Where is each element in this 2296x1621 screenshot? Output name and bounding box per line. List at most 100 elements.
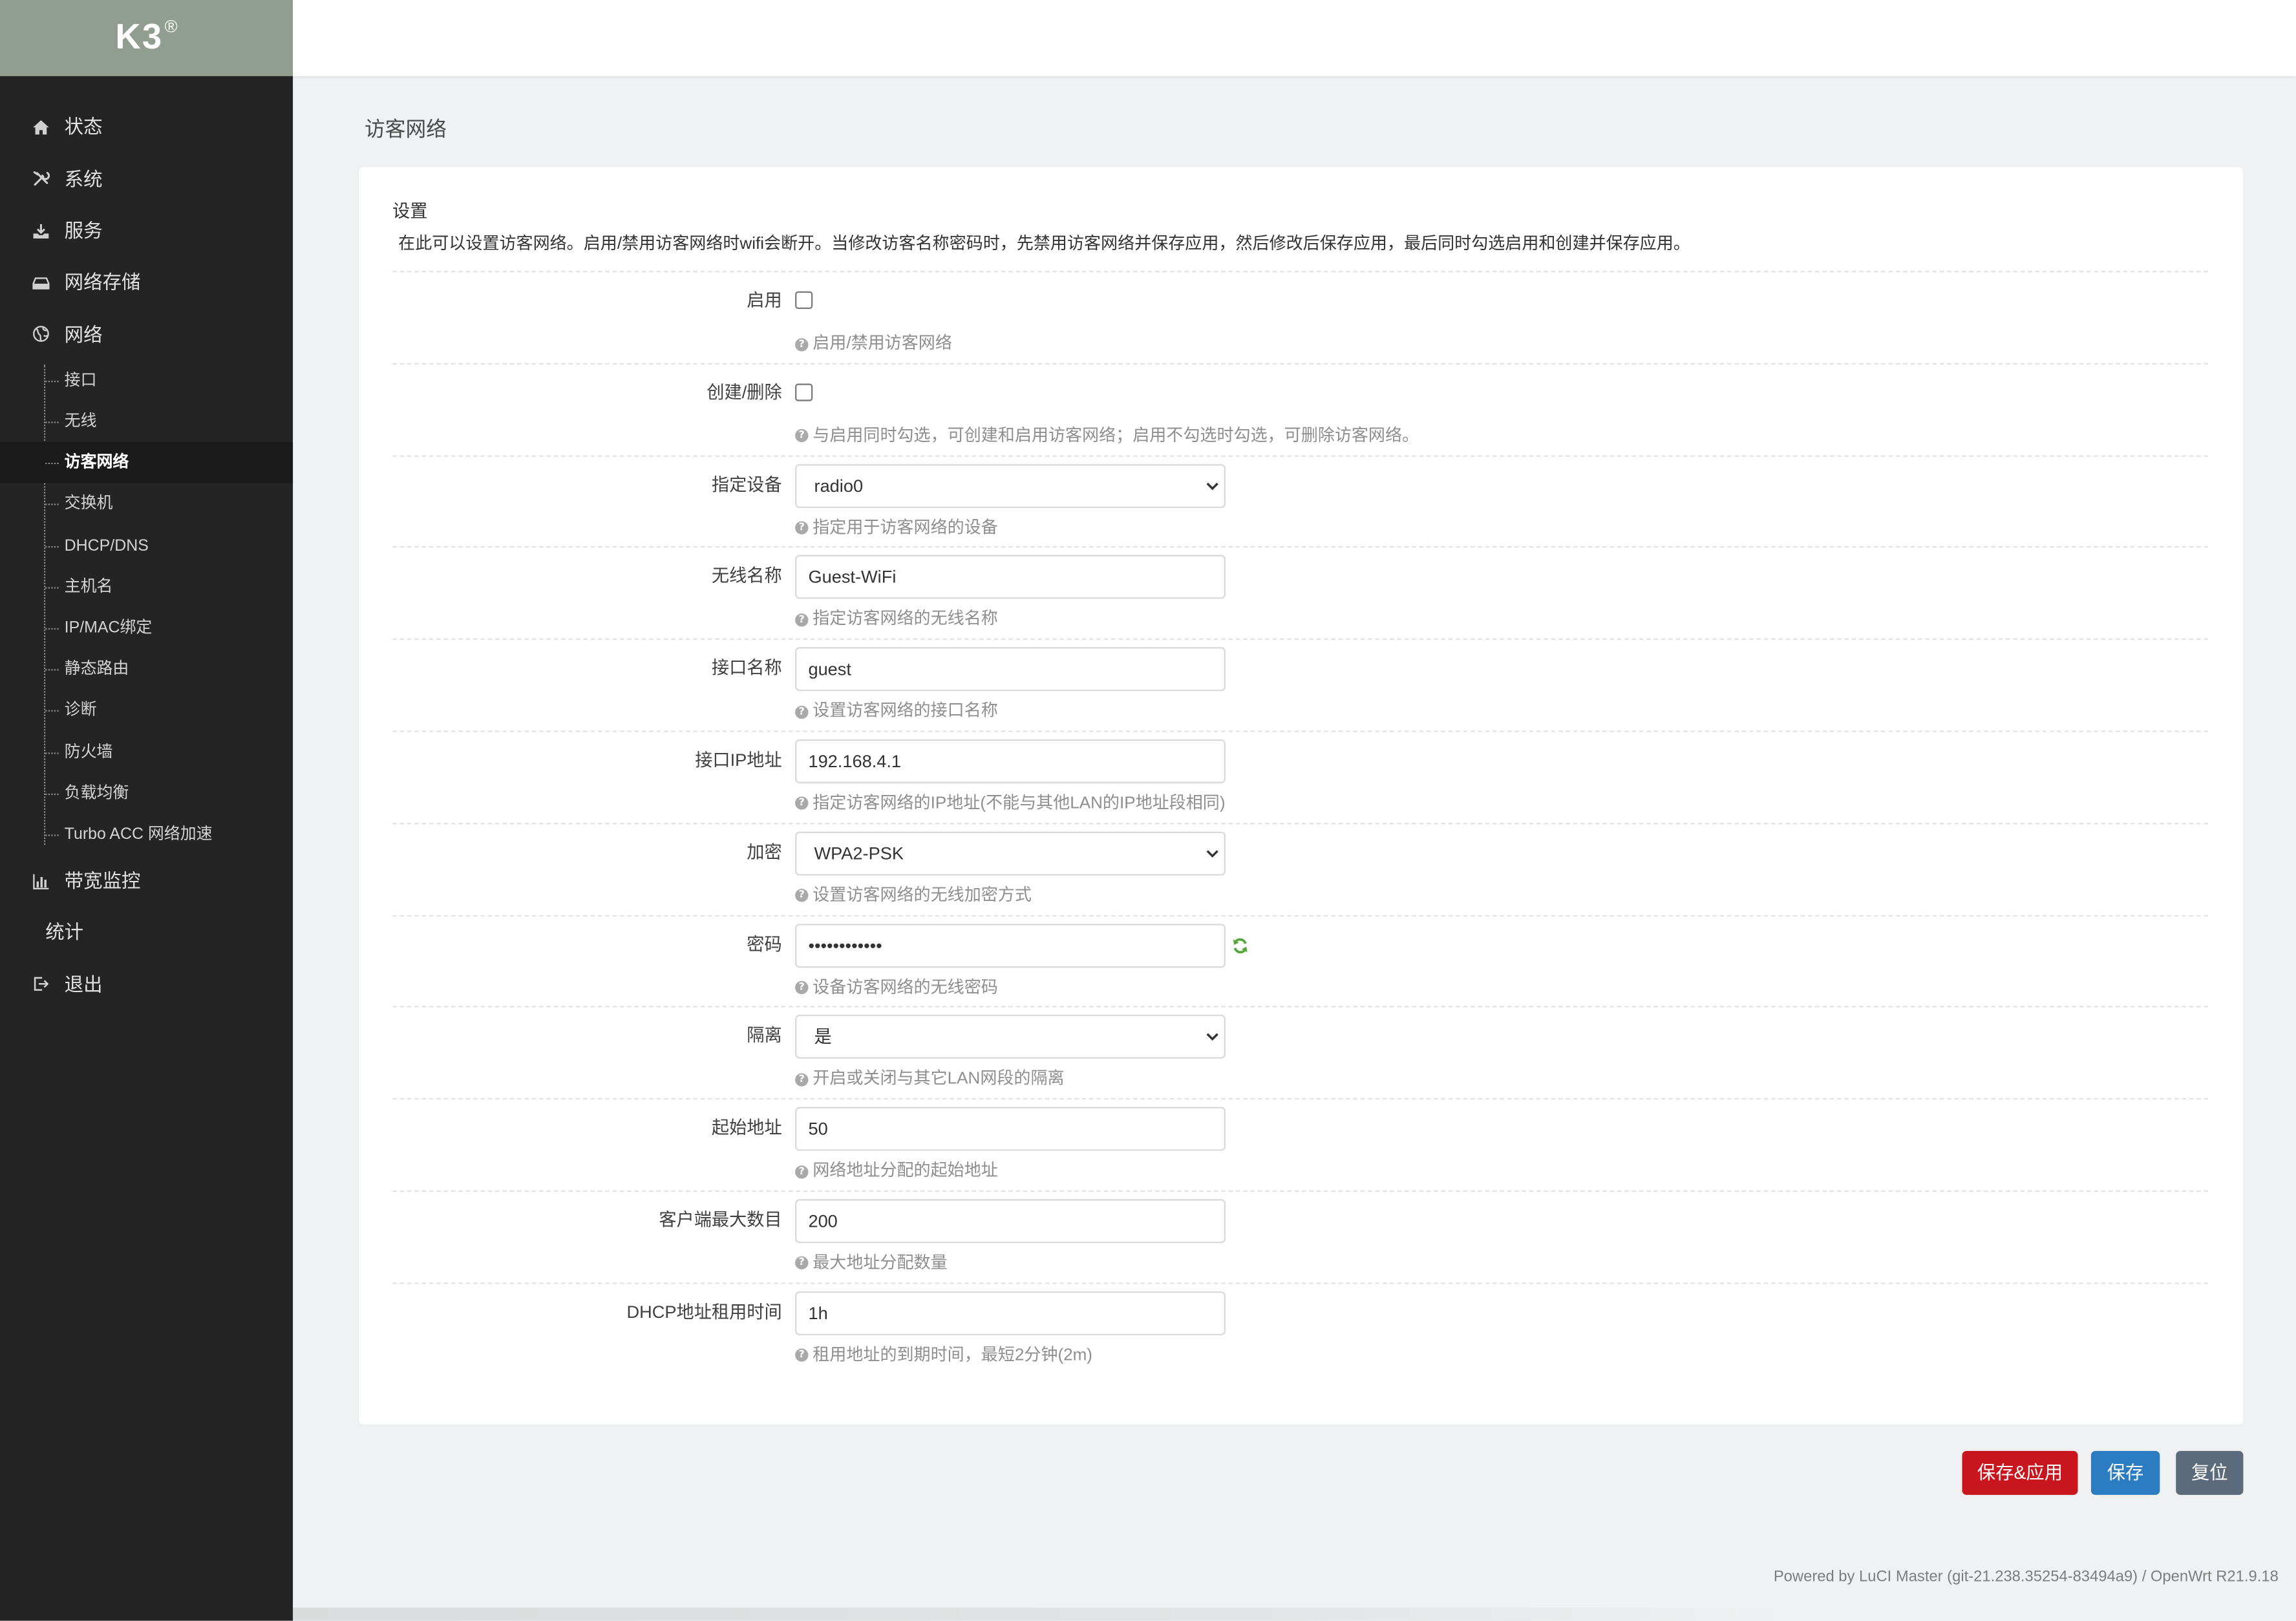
field-hint: 设置访客网络的接口名称 <box>795 702 998 723</box>
save-button[interactable]: 保存 <box>2090 1450 2160 1495</box>
help-icon <box>795 980 809 995</box>
refresh-icon[interactable] <box>1231 937 1249 954</box>
field-hint: 指定用于访客网络的设备 <box>795 518 998 538</box>
lease-time-input[interactable] <box>795 1291 1226 1335</box>
field-hint-text: 指定访客网络的IP地址(不能与其他LAN的IP地址段相同) <box>813 795 1226 813</box>
dhcp-start-input[interactable] <box>795 1107 1226 1151</box>
submenu-item-wireless[interactable]: 无线 <box>0 401 293 443</box>
encryption-select-wrapper: WPA2-PSK <box>795 831 1226 876</box>
submenu-item-turbo-acc[interactable]: Turbo ACC 网络加速 <box>0 814 293 855</box>
interface-ip-input[interactable] <box>795 739 1226 783</box>
sidebar-item-statistics[interactable]: 统计 <box>0 907 293 959</box>
enable-checkbox[interactable] <box>795 291 813 309</box>
section-title: 设置 <box>392 200 428 222</box>
field-hint-text: 启用/禁用访客网络 <box>813 335 952 353</box>
sidebar-item-label: 统计 <box>45 921 84 944</box>
sidebar-item-bandwidth-monitor[interactable]: 带宽监控 <box>0 855 293 907</box>
settings-form: 启用 启用/禁用访客网络 创建/删除 与启用同时勾选，可创建和启用访客网络；启用… <box>392 271 2209 1374</box>
device-select[interactable]: radio0 <box>795 463 1226 508</box>
submenu-item-label: 接口 <box>64 371 97 390</box>
submenu-item-interfaces[interactable]: 接口 <box>0 360 293 401</box>
field-hint-text: 设置访客网络的无线加密方式 <box>813 887 1032 905</box>
help-icon <box>795 705 809 719</box>
submenu-item-hostnames[interactable]: 主机名 <box>0 566 293 608</box>
registered-mark: ® <box>164 16 178 37</box>
field-hint-text: 最大地址分配数量 <box>813 1255 948 1273</box>
isolation-select[interactable]: 是 <box>795 1015 1226 1059</box>
field-hint-text: 开启或关闭与其它LAN网段的隔离 <box>813 1070 1065 1088</box>
footer-powered-by[interactable]: Powered by LuCI Master (git-21.238.35254… <box>1774 1567 2279 1587</box>
network-submenu: 接口 无线 访客网络 交换机 DHCP/DNS 主机名 IP/MAC绑定 静态路… <box>0 360 293 855</box>
password-input[interactable] <box>795 923 1226 968</box>
submenu-item-dhcp-dns[interactable]: DHCP/DNS <box>0 525 293 566</box>
help-icon <box>795 429 809 443</box>
sidebar-item-label: 网络存储 <box>64 271 141 293</box>
submenu-item-switch[interactable]: 交换机 <box>0 483 293 525</box>
section-description: 在此可以设置访客网络。启用/禁用访客网络时wifi会断开。当修改访客名称密码时，… <box>398 235 1690 253</box>
field-label: 指定设备 <box>711 474 782 494</box>
field-row-password: 密码 设备访客网络的无线密码 <box>392 914 2209 1006</box>
help-icon <box>795 1348 809 1362</box>
field-row-enable: 启用 启用/禁用访客网络 <box>392 271 2209 363</box>
field-hint: 开启或关闭与其它LAN网段的隔离 <box>795 1070 1065 1090</box>
hard-drive-icon <box>32 277 50 290</box>
save-apply-button[interactable]: 保存&应用 <box>1962 1450 2078 1495</box>
submenu-item-label: 交换机 <box>64 495 113 513</box>
field-label: 创建/删除 <box>707 381 782 403</box>
submenu-item-label: DHCP/DNS <box>64 536 149 555</box>
sidebar-item-label: 系统 <box>64 167 103 190</box>
top-header-bar <box>293 0 2296 76</box>
interface-name-input[interactable] <box>795 647 1226 692</box>
field-label: 接口IP地址 <box>695 749 782 770</box>
sidebar-item-logout[interactable]: 退出 <box>0 959 293 1010</box>
field-hint-text: 设置访客网络的接口名称 <box>813 703 998 721</box>
sidebar-item-status[interactable]: 状态 <box>0 101 293 153</box>
submenu-item-label: 负载均衡 <box>64 784 129 802</box>
field-label: 无线名称 <box>711 566 782 587</box>
submenu-item-ip-mac-binding[interactable]: IP/MAC绑定 <box>0 608 293 649</box>
brand-logo[interactable]: K3 ® <box>0 0 293 76</box>
field-hint: 设置访客网络的无线加密方式 <box>795 885 1032 906</box>
field-hint: 指定访客网络的无线名称 <box>795 609 998 630</box>
bar-chart-icon <box>33 874 49 889</box>
create-delete-checkbox[interactable] <box>795 383 813 401</box>
field-label: 加密 <box>747 842 782 862</box>
sidebar: K3 ® 状态 系统 服务 网络存储 网络 接口 无线 访客网络 交换机 DHC… <box>0 0 293 1621</box>
home-icon <box>33 120 49 135</box>
sidebar-menu: 状态 系统 服务 网络存储 网络 接口 无线 访客网络 交换机 DHCP/DNS… <box>0 76 293 1010</box>
download-icon <box>33 223 49 238</box>
help-icon <box>795 797 809 811</box>
ssid-input[interactable] <box>795 555 1226 600</box>
sidebar-item-network[interactable]: 网络 <box>0 308 293 360</box>
sidebar-item-network-storage[interactable]: 网络存储 <box>0 257 293 308</box>
submenu-item-guest-network[interactable]: 访客网络 <box>0 442 293 484</box>
device-select-wrapper: radio0 <box>795 463 1226 508</box>
field-hint-text: 网络地址分配的起始地址 <box>813 1163 998 1181</box>
field-label: 隔离 <box>747 1025 782 1046</box>
field-label: 接口名称 <box>711 657 782 679</box>
window-bottom-shadow <box>293 1607 2296 1621</box>
submenu-item-label: 防火墙 <box>64 743 113 761</box>
help-icon <box>795 337 809 351</box>
field-row-create-delete: 创建/删除 与启用同时勾选，可创建和启用访客网络；启用不勾选时勾选，可删除访客网… <box>392 363 2209 454</box>
submenu-item-firewall[interactable]: 防火墙 <box>0 732 293 773</box>
sidebar-item-label: 服务 <box>64 219 103 242</box>
submenu-item-label: 主机名 <box>64 578 113 596</box>
reset-button[interactable]: 复位 <box>2176 1450 2244 1495</box>
sidebar-item-services[interactable]: 服务 <box>0 205 293 257</box>
field-hint: 设备访客网络的无线密码 <box>795 977 998 998</box>
submenu-item-load-balancing[interactable]: 负载均衡 <box>0 772 293 814</box>
sidebar-item-system[interactable]: 系统 <box>0 153 293 205</box>
submenu-item-diagnostics[interactable]: 诊断 <box>0 690 293 732</box>
submenu-item-static-routes[interactable]: 静态路由 <box>0 649 293 690</box>
field-hint: 指定访客网络的IP地址(不能与其他LAN的IP地址段相同) <box>795 794 1226 814</box>
brand-logo-text: K3 <box>115 17 164 58</box>
submenu-item-label: Turbo ACC 网络加速 <box>64 825 213 843</box>
field-row-isolation: 隔离 是 开启或关闭与其它LAN网段的隔离 <box>392 1006 2209 1098</box>
app-root: K3 ® 状态 系统 服务 网络存储 网络 接口 无线 访客网络 交换机 DHC… <box>0 0 2296 1621</box>
encryption-select[interactable]: WPA2-PSK <box>795 831 1226 876</box>
max-clients-input[interactable] <box>795 1199 1226 1244</box>
submenu-item-label: 访客网络 <box>64 454 129 472</box>
help-icon <box>795 1256 809 1271</box>
field-hint-text: 租用地址的到期时间，最短2分钟(2m) <box>813 1346 1092 1364</box>
